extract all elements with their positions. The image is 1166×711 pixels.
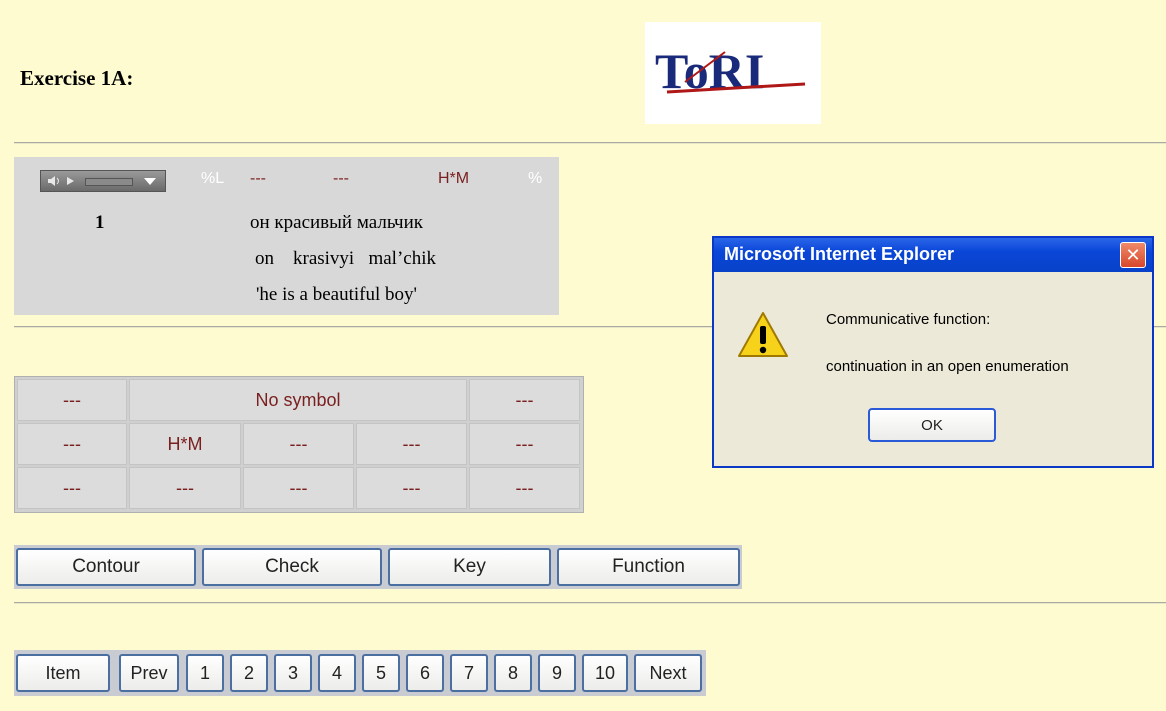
- grid-cell[interactable]: ---: [17, 467, 127, 509]
- close-icon[interactable]: ✕: [1120, 242, 1146, 268]
- tone-grid: --- No symbol --- --- H*M --- --- --- --…: [14, 376, 584, 513]
- dropdown-icon[interactable]: [141, 174, 159, 188]
- tori-logo: ToRI: [645, 22, 821, 124]
- key-button[interactable]: Key: [388, 548, 551, 586]
- page-1-button[interactable]: 1: [186, 654, 224, 692]
- check-button[interactable]: Check: [202, 548, 382, 586]
- page-title: Exercise 1A:: [20, 66, 134, 90]
- item-button[interactable]: Item: [16, 654, 110, 692]
- divider: [14, 142, 1166, 144]
- grid-cell[interactable]: ---: [243, 423, 354, 465]
- prev-button[interactable]: Prev: [119, 654, 179, 692]
- grid-cell[interactable]: ---: [469, 379, 580, 421]
- tone-label: %L: [201, 170, 225, 187]
- speaker-icon[interactable]: [47, 174, 61, 188]
- page-5-button[interactable]: 5: [362, 654, 400, 692]
- grid-cell[interactable]: ---: [17, 379, 127, 421]
- next-button[interactable]: Next: [634, 654, 702, 692]
- dialog-message-line2: continuation in an open enumeration: [826, 358, 1069, 375]
- grid-cell[interactable]: H*M: [129, 423, 241, 465]
- grid-cell[interactable]: ---: [469, 467, 580, 509]
- item-number: 1: [95, 212, 105, 233]
- translation: 'he is a beautiful boy': [256, 284, 417, 305]
- grid-cell[interactable]: No symbol: [129, 379, 467, 421]
- warning-icon: [736, 310, 790, 365]
- tone-label: %: [528, 170, 543, 187]
- page-6-button[interactable]: 6: [406, 654, 444, 692]
- dialog-titlebar[interactable]: Microsoft Internet Explorer ✕: [714, 238, 1152, 272]
- page-2-button[interactable]: 2: [230, 654, 268, 692]
- seek-bar[interactable]: [85, 178, 133, 186]
- function-button[interactable]: Function: [557, 548, 740, 586]
- page-3-button[interactable]: 3: [274, 654, 312, 692]
- cyrillic-sentence: он красивый мальчик: [250, 212, 423, 233]
- page-4-button[interactable]: 4: [318, 654, 356, 692]
- ok-button[interactable]: OK: [868, 408, 996, 442]
- dialog-title: Microsoft Internet Explorer: [724, 244, 955, 264]
- tone-label: H*M: [438, 170, 470, 187]
- dialog-message-line1: Communicative function:: [826, 311, 991, 328]
- audio-player[interactable]: [40, 170, 166, 192]
- page-8-button[interactable]: 8: [494, 654, 532, 692]
- grid-cell[interactable]: ---: [17, 423, 127, 465]
- play-icon[interactable]: [65, 174, 77, 188]
- grid-cell[interactable]: ---: [129, 467, 241, 509]
- page-10-button[interactable]: 10: [582, 654, 628, 692]
- transliteration: on krasivyi mal’chik: [255, 248, 436, 269]
- alert-dialog: Microsoft Internet Explorer ✕ Communicat…: [712, 236, 1154, 468]
- grid-cell[interactable]: ---: [356, 423, 467, 465]
- page-9-button[interactable]: 9: [538, 654, 576, 692]
- grid-cell[interactable]: ---: [469, 423, 580, 465]
- tone-label: ---: [333, 170, 349, 187]
- contour-button[interactable]: Contour: [16, 548, 196, 586]
- divider: [14, 602, 1166, 604]
- tone-label: ---: [250, 170, 266, 187]
- page-7-button[interactable]: 7: [450, 654, 488, 692]
- grid-cell[interactable]: ---: [356, 467, 467, 509]
- grid-cell[interactable]: ---: [243, 467, 354, 509]
